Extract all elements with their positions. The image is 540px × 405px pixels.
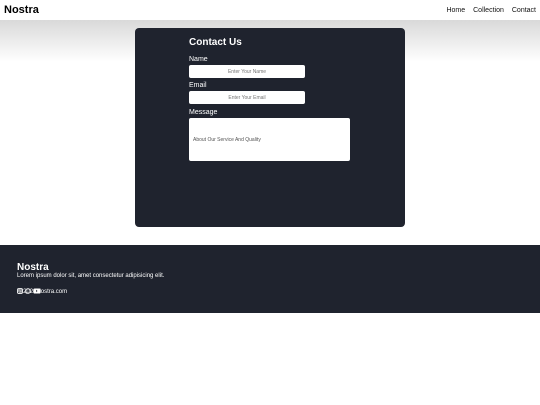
footer: Nostra Lorem ipsum dolor sit, amet conse…	[0, 245, 540, 313]
nav-link-collection[interactable]: Collection	[473, 7, 504, 14]
name-label: Name	[189, 56, 208, 63]
navbar: Nostra Home Collection Contact	[0, 0, 540, 20]
contact-title: Contact Us	[189, 37, 242, 48]
message-label: Message	[189, 109, 218, 116]
email-input[interactable]	[189, 91, 305, 104]
nav-link-contact[interactable]: Contact	[512, 7, 536, 14]
footer-description: Lorem ipsum dolor sit, amet consectetur …	[17, 273, 165, 279]
footer-copyright: @2024Nostra.com	[17, 289, 68, 295]
message-textarea[interactable]: About Our Service And Quality	[189, 118, 350, 161]
nav-link-home[interactable]: Home	[446, 7, 465, 14]
footer-brand: Nostra	[17, 262, 49, 273]
nav-links: Home Collection Contact	[446, 7, 536, 14]
email-label: Email	[189, 82, 207, 89]
contact-card: Contact Us Name Email Message About Our …	[135, 28, 405, 227]
name-input[interactable]	[189, 65, 305, 78]
brand-logo[interactable]: Nostra	[4, 4, 39, 16]
